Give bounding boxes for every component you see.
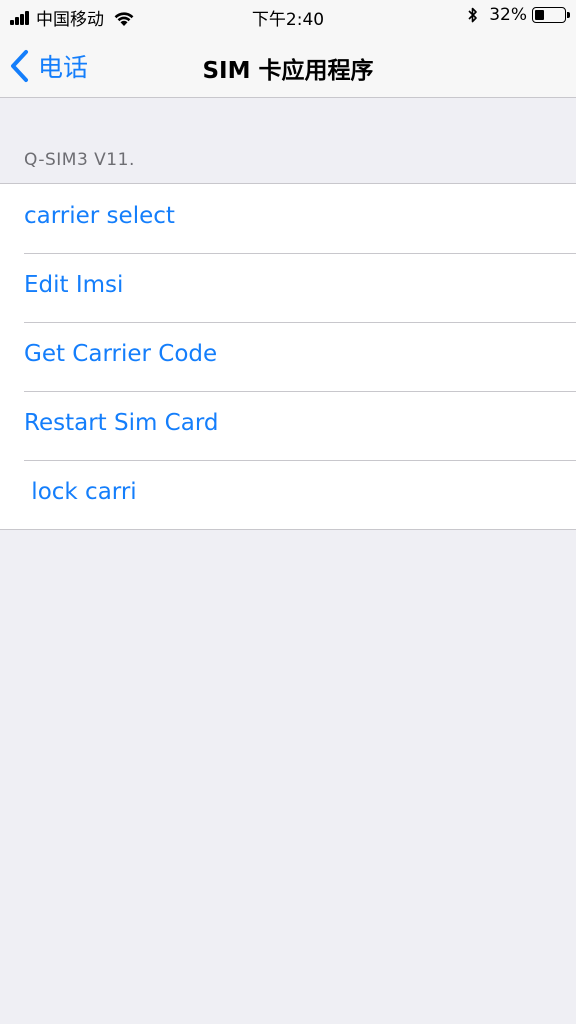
bluetooth-icon <box>468 7 478 23</box>
status-left: 中国移动 <box>10 5 136 30</box>
status-right: 32% <box>467 5 570 25</box>
menu-item-restart-sim-card[interactable]: Restart Sim Card <box>0 391 576 460</box>
screen: 中国移动 下午2:40 32% 电话 SIM 卡应用程序 Q-SIM3 V11.… <box>0 0 576 1024</box>
battery-percent: 32% <box>489 5 527 25</box>
menu-item-carrier-select[interactable]: carrier select <box>0 184 576 253</box>
menu-item-get-carrier-code[interactable]: Get Carrier Code <box>0 322 576 391</box>
battery-fill <box>535 10 544 20</box>
back-label: 电话 <box>38 53 89 82</box>
menu-item-label: Edit Imsi <box>24 272 124 298</box>
back-button[interactable]: 电话 <box>10 48 88 84</box>
menu-item-label: Restart Sim Card <box>24 410 219 436</box>
chevron-left-icon <box>11 50 28 82</box>
section-header: Q-SIM3 V11. <box>24 150 135 170</box>
menu-item-label: lock carri <box>24 479 137 505</box>
menu-item-lock-carri[interactable]: lock carri <box>0 460 576 529</box>
menu-item-label: Get Carrier Code <box>24 341 218 367</box>
wifi-icon <box>114 11 134 26</box>
menu-list: carrier select Edit Imsi Get Carrier Cod… <box>0 183 576 530</box>
carrier-name: 中国移动 <box>36 10 104 30</box>
status-bar: 中国移动 下午2:40 32% <box>0 0 576 34</box>
menu-item-label: carrier select <box>24 203 175 229</box>
nav-bar: 电话 SIM 卡应用程序 <box>0 34 576 98</box>
signal-icon <box>10 10 30 25</box>
menu-item-edit-imsi[interactable]: Edit Imsi <box>0 253 576 322</box>
battery-icon <box>532 7 570 23</box>
